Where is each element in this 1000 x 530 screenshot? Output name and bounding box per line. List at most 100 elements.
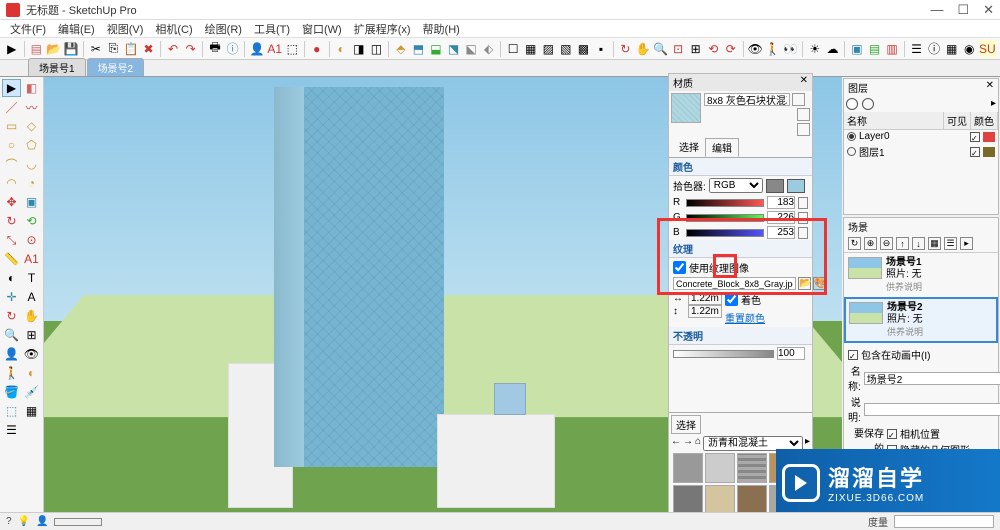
followme-tool-icon[interactable]: ⟲ xyxy=(22,212,41,230)
opacity-slider[interactable] xyxy=(673,350,774,358)
texture-file-input[interactable] xyxy=(673,277,796,290)
open-icon[interactable]: 📂 xyxy=(46,40,62,57)
polygon-tool-icon[interactable]: ⬠ xyxy=(22,136,41,154)
scene-up-icon[interactable]: ↑ xyxy=(896,237,909,250)
pushpull-tool-icon[interactable]: ▣ xyxy=(22,193,41,211)
material-swatch[interactable] xyxy=(673,453,703,483)
group-tool-icon[interactable]: ▦ xyxy=(22,402,41,420)
scene-view-icon[interactable]: ▦ xyxy=(928,237,941,250)
browser-tab[interactable]: 选择 xyxy=(671,415,701,434)
eraser-tool-icon[interactable]: ◧ xyxy=(22,79,41,97)
browse-texture-icon[interactable]: 📂 xyxy=(798,277,811,290)
material-swatch[interactable] xyxy=(737,453,767,483)
update-scene-icon[interactable]: ▤ xyxy=(867,40,883,57)
reset-color-link[interactable]: 重置颜色 xyxy=(725,314,765,325)
mono-icon[interactable]: ▪ xyxy=(593,40,609,57)
blue-spinner[interactable] xyxy=(798,227,808,239)
undo-icon[interactable]: ↶ xyxy=(165,40,181,57)
tape-tool-icon[interactable]: 📏 xyxy=(2,250,21,268)
shadow-icon[interactable]: ☀ xyxy=(807,40,823,57)
select-icon[interactable]: ▶ xyxy=(4,40,20,57)
layer-color-swatch[interactable] xyxy=(983,147,995,157)
rotated-rect-tool-icon[interactable]: ◇ xyxy=(22,117,41,135)
orbit-icon[interactable]: ↻ xyxy=(618,40,634,57)
texture-height-input[interactable]: 1.22m xyxy=(688,305,722,318)
zoom-extents-tool-icon[interactable]: ⊞ xyxy=(22,326,41,344)
section-tool-icon[interactable]: ◐ xyxy=(22,364,41,382)
look-icon[interactable]: 👀 xyxy=(783,40,799,57)
next-icon[interactable]: ⟳ xyxy=(723,40,739,57)
menu-file[interactable]: 文件(F) xyxy=(4,21,52,37)
green-spinner[interactable] xyxy=(798,212,808,224)
layer-row[interactable]: 图层1 xyxy=(844,143,998,160)
arc-tool-icon[interactable]: ⌒ xyxy=(2,155,21,173)
dimension-tool-icon[interactable]: A1 xyxy=(22,250,41,268)
zoom-window-icon[interactable]: ⊡ xyxy=(670,40,686,57)
material-create-icon[interactable] xyxy=(792,93,805,106)
outliner-icon[interactable]: ☰ xyxy=(909,40,925,57)
menu-extensions[interactable]: 扩展程序(x) xyxy=(348,21,417,37)
back-arrow-icon[interactable]: ← xyxy=(671,436,681,451)
tip-icon[interactable]: 💡 xyxy=(18,516,30,527)
scene-tab-2[interactable]: 场景号2 xyxy=(87,58,145,76)
material-sample-icon[interactable] xyxy=(797,123,810,136)
menu-camera[interactable]: 相机(C) xyxy=(149,21,198,37)
remove-layer-icon[interactable] xyxy=(862,98,874,110)
layer-active-radio[interactable] xyxy=(847,147,856,156)
texture-width-input[interactable]: 1.22m xyxy=(688,292,722,305)
scene-tab-1[interactable]: 场景号1 xyxy=(28,58,86,76)
protractor-tool-icon[interactable]: ◐ xyxy=(2,269,21,287)
line-tool-icon[interactable]: ／ xyxy=(2,98,21,116)
right-icon[interactable]: ⬔ xyxy=(446,40,462,57)
3dtext-icon[interactable]: ● xyxy=(309,40,325,57)
select-tool-icon[interactable]: ▶ xyxy=(2,79,21,97)
sample-tool-icon[interactable]: 💉 xyxy=(22,383,41,401)
layers-icon[interactable]: ◫ xyxy=(369,40,385,57)
col-color[interactable]: 颜色 xyxy=(971,112,998,129)
help-icon[interactable]: ? xyxy=(6,516,12,527)
red-slider[interactable] xyxy=(686,199,764,207)
fwd-arrow-icon[interactable]: → xyxy=(683,436,693,451)
green-value-input[interactable] xyxy=(767,211,795,224)
maximize-button[interactable]: ☐ xyxy=(957,2,969,18)
left-icon[interactable]: ⬖ xyxy=(481,40,497,57)
front-icon[interactable]: ⬓ xyxy=(428,40,444,57)
scale-tool-icon[interactable]: ⤡ xyxy=(2,231,21,249)
move-tool-icon[interactable]: ✥ xyxy=(2,193,21,211)
prop-camera-checkbox[interactable] xyxy=(887,429,897,439)
print-icon[interactable]: 🖶 xyxy=(207,40,223,57)
col-name[interactable]: 名称 xyxy=(844,112,944,129)
warehouse-icon[interactable]: SU xyxy=(979,40,996,57)
walk-tool-icon[interactable]: 🚶 xyxy=(2,364,21,382)
new-icon[interactable]: ▤ xyxy=(28,40,44,57)
menu-tools[interactable]: 工具(T) xyxy=(248,21,296,37)
zoom-tool-icon[interactable]: 🔍 xyxy=(2,326,21,344)
zoom-extents-icon[interactable]: ⊞ xyxy=(688,40,704,57)
text-icon[interactable]: ⬚ xyxy=(284,40,300,57)
material-swatch[interactable] xyxy=(737,485,767,515)
pie-tool-icon[interactable]: ◔ xyxy=(22,174,41,192)
xray-icon[interactable]: ☐ xyxy=(505,40,521,57)
position-tool-icon[interactable]: 👤 xyxy=(2,345,21,363)
close-button[interactable]: ✕ xyxy=(983,2,994,18)
materials-tab-edit[interactable]: 编辑 xyxy=(705,138,739,157)
green-slider[interactable] xyxy=(686,214,764,222)
look-tool-icon[interactable]: 👁 xyxy=(22,345,41,363)
walk-icon[interactable]: 🚶 xyxy=(765,40,781,57)
scene-add-icon[interactable]: ⊕ xyxy=(864,237,877,250)
use-texture-checkbox[interactable] xyxy=(673,261,686,274)
previous-icon[interactable]: ⟲ xyxy=(705,40,721,57)
axes-tool-icon[interactable]: ✛ xyxy=(2,288,21,306)
scene-detail-icon[interactable]: ▸ xyxy=(960,237,973,250)
section-icon[interactable]: ◐ xyxy=(333,40,349,57)
layer-row[interactable]: Layer0 xyxy=(844,130,998,143)
text-tool-icon[interactable]: T xyxy=(22,269,41,287)
scene-list-icon[interactable]: ☰ xyxy=(944,237,957,250)
scene-desc-input[interactable] xyxy=(864,403,1000,416)
hidden-icon[interactable]: ▨ xyxy=(540,40,556,57)
layer-color-swatch[interactable] xyxy=(983,132,995,142)
paint-tool-icon[interactable]: 🪣 xyxy=(2,383,21,401)
materials-tab-select[interactable]: 选择 xyxy=(673,138,705,157)
menu-help[interactable]: 帮助(H) xyxy=(417,21,466,37)
edit-texture-icon[interactable]: 🎨 xyxy=(813,277,826,290)
